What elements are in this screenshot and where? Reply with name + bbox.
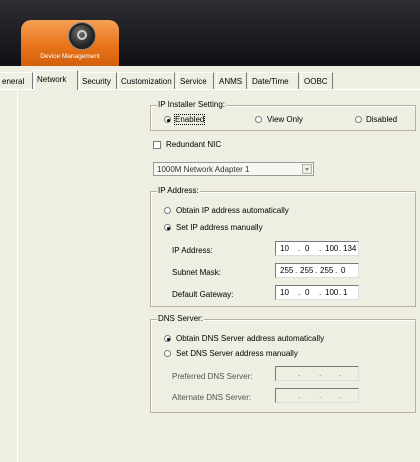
network-adapter-select[interactable]: 1000M Network Adapter 1 [153,162,314,176]
radio-disabled[interactable] [355,116,362,123]
preferred-dns-label: Preferred DNS Server: [172,372,253,381]
subnet-mask-label: Subnet Mask: [172,268,221,277]
preferred-dns-field[interactable]: . . . [275,366,359,381]
radio-obtain-dns-auto-label[interactable]: Obtain DNS Server address automatically [176,334,324,343]
tab-bar: eneral Network Security Customization Se… [0,66,420,90]
ip-installer-legend: IP Installer Setting: [157,100,226,109]
redundant-nic-checkbox[interactable] [153,141,161,149]
globe-icon [69,23,95,49]
default-gateway-label: Default Gateway: [172,290,234,299]
tab-date-time[interactable]: Date/Time [249,72,299,89]
radio-enabled-label[interactable]: Enabled [173,114,206,125]
tab-security[interactable]: Security [79,72,117,89]
chevron-down-icon[interactable] [302,164,312,174]
radio-set-ip-manual[interactable] [164,224,171,231]
redundant-nic-label: Redundant NIC [166,140,222,149]
header-bar: Device Management [0,0,420,66]
radio-set-ip-manual-label[interactable]: Set IP address manually [176,223,263,232]
default-gateway-field[interactable]: 10 . 0 . 100 . 1 [275,285,359,300]
tab-anms[interactable]: ANMS [216,72,247,89]
subnet-mask-field[interactable]: 255 . 255 . 255 . 0 [275,263,359,278]
alternate-dns-label: Alternate DNS Server: [172,393,252,402]
tab-oobc[interactable]: OOBC [301,72,333,89]
tab-service[interactable]: Service [177,72,214,89]
tab-general[interactable]: eneral [0,72,33,89]
tab-customization[interactable]: Customization [118,72,175,89]
tab-network[interactable]: Network [34,70,78,90]
ip-address-legend: IP Address: [157,186,200,195]
ip-address-field[interactable]: 10 . 0 . 100 . 134 [275,241,359,256]
network-adapter-value: 1000M Network Adapter 1 [157,165,250,174]
radio-set-dns-manual-label[interactable]: Set DNS Server address manually [176,349,298,358]
radio-obtain-ip-auto[interactable] [164,207,171,214]
device-management-label: Device Management [40,53,100,60]
radio-view-only-label[interactable]: View Only [267,115,303,124]
radio-enabled[interactable] [164,116,171,123]
radio-set-dns-manual[interactable] [164,350,171,357]
alternate-dns-field[interactable]: . . . [275,388,359,403]
radio-view-only[interactable] [255,116,262,123]
radio-obtain-dns-auto[interactable] [164,335,171,342]
radio-obtain-ip-auto-label[interactable]: Obtain IP address automatically [176,206,289,215]
device-management-tab[interactable]: Device Management [21,20,119,66]
dns-server-legend: DNS Server: [157,314,204,323]
radio-disabled-label[interactable]: Disabled [366,115,397,124]
ip-address-label: IP Address: [172,246,213,255]
